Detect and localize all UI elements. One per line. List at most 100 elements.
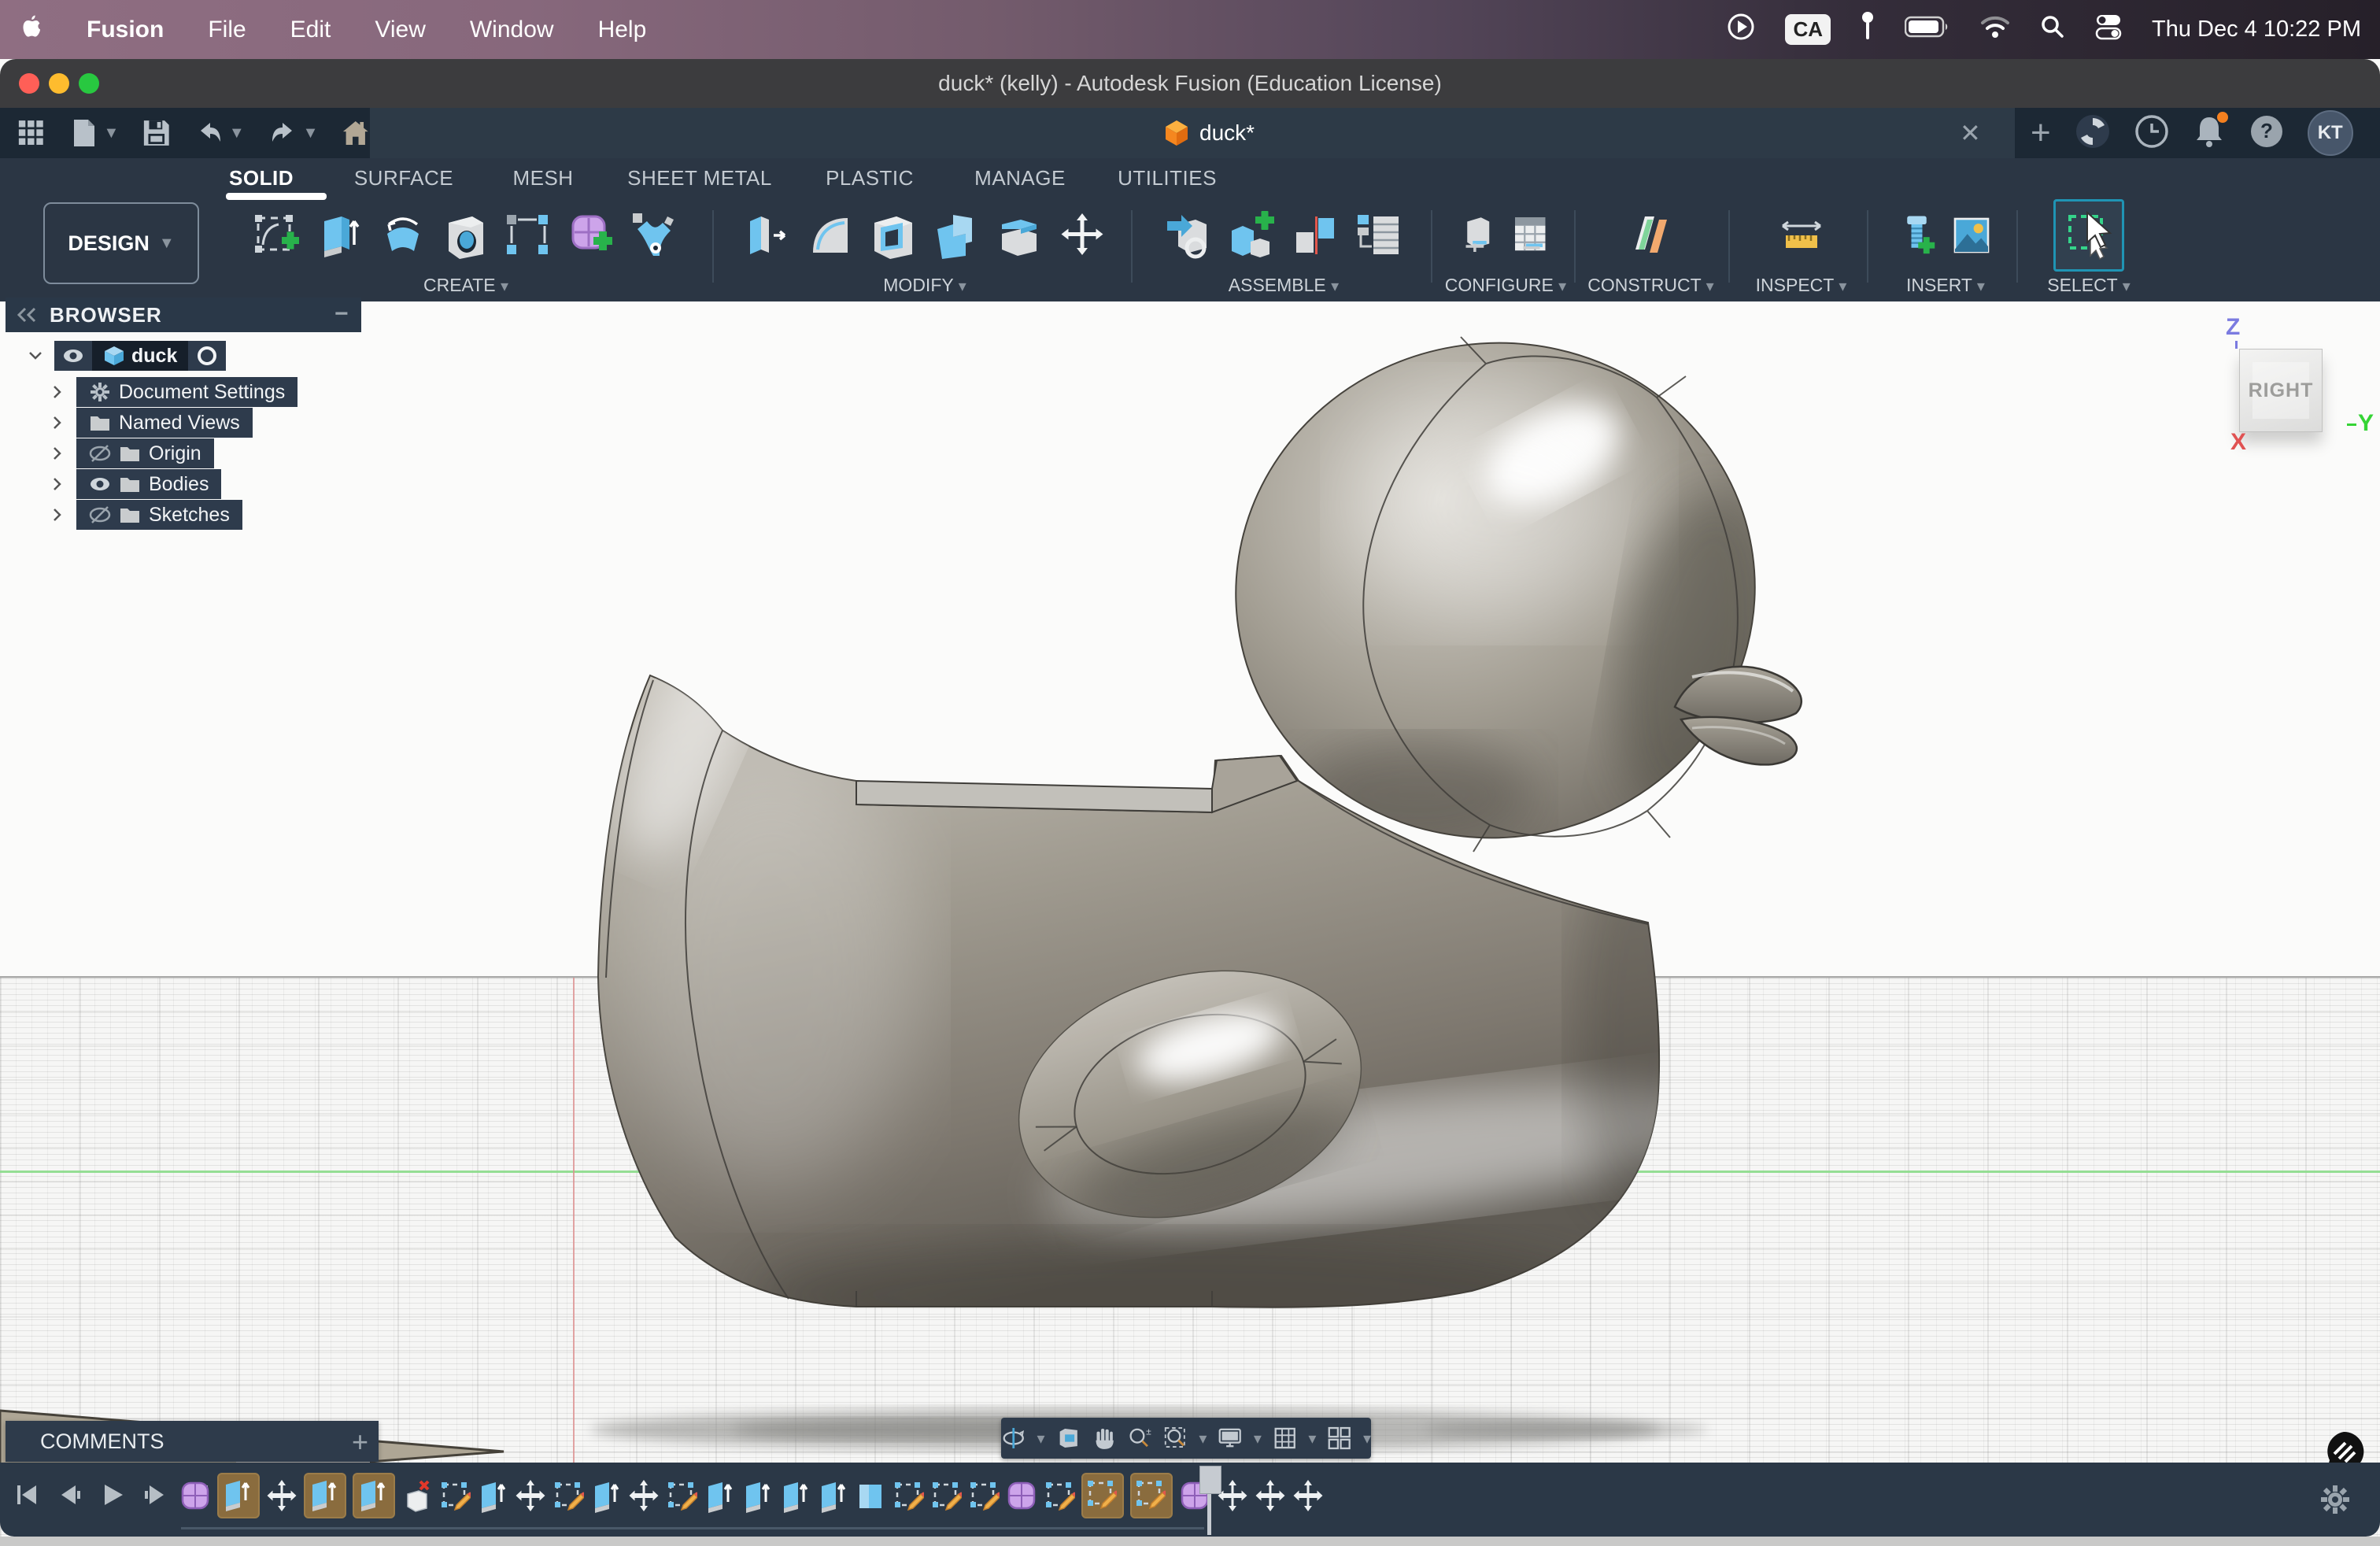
grid-settings-icon[interactable] bbox=[1273, 1425, 1297, 1452]
extrude-icon[interactable] bbox=[315, 210, 365, 261]
timeline-feature-sketch[interactable] bbox=[930, 1478, 962, 1513]
section-label-insert[interactable]: INSERT ▾ bbox=[1875, 275, 2016, 296]
look-at-icon[interactable] bbox=[1056, 1425, 1081, 1452]
screen-mirroring-icon[interactable] bbox=[1727, 13, 1755, 47]
add-comment-button[interactable]: + bbox=[352, 1426, 368, 1459]
menu-help[interactable]: Help bbox=[576, 17, 669, 43]
tab-surface[interactable]: SURFACE bbox=[354, 166, 453, 190]
fillet-icon[interactable] bbox=[805, 210, 856, 261]
menu-view[interactable]: View bbox=[353, 17, 447, 43]
view-cube[interactable]: RIGHT Z Y X bbox=[2204, 309, 2380, 490]
play-button[interactable] bbox=[99, 1481, 126, 1508]
viewports-icon[interactable] bbox=[1327, 1425, 1351, 1452]
chevron-right-icon[interactable] bbox=[50, 476, 65, 492]
create-sketch-icon[interactable] bbox=[252, 210, 302, 261]
tree-row-origin[interactable]: Origin bbox=[50, 438, 214, 468]
redo-button[interactable]: ▼ bbox=[268, 118, 319, 148]
input-source-badge[interactable]: CA bbox=[1785, 14, 1831, 45]
chevron-right-icon[interactable] bbox=[50, 507, 65, 523]
section-label-modify[interactable]: MODIFY ▾ bbox=[720, 275, 1129, 296]
timeline-feature-extrude[interactable] bbox=[741, 1478, 773, 1513]
fit-icon[interactable] bbox=[1163, 1425, 1188, 1452]
timeline-feature-move[interactable] bbox=[1255, 1478, 1286, 1513]
hidden-eye-slash-icon[interactable] bbox=[89, 442, 111, 464]
move-icon[interactable] bbox=[1057, 210, 1107, 261]
document-tab[interactable]: duck* ✕ bbox=[370, 108, 2015, 158]
minimize-window-button[interactable] bbox=[49, 73, 69, 94]
display-caret[interactable]: ▾ bbox=[1254, 1429, 1262, 1448]
go-to-start-button[interactable] bbox=[14, 1481, 41, 1508]
chevron-right-icon[interactable] bbox=[50, 446, 65, 461]
timeline-feature-sketch[interactable] bbox=[1130, 1473, 1173, 1518]
timeline-feature-move[interactable] bbox=[266, 1478, 298, 1513]
timeline-feature-extrude[interactable] bbox=[304, 1473, 346, 1518]
timeline-feature-move[interactable] bbox=[515, 1478, 546, 1513]
timeline-feature-form[interactable] bbox=[179, 1478, 211, 1513]
activate-radio-icon[interactable] bbox=[196, 345, 218, 367]
notifications-bell-icon[interactable] bbox=[2193, 114, 2226, 153]
save-icon[interactable] bbox=[142, 118, 171, 148]
undo-button[interactable]: ▼ bbox=[194, 118, 245, 148]
fit-caret[interactable]: ▾ bbox=[1199, 1429, 1207, 1448]
joint-icon[interactable] bbox=[1290, 210, 1340, 261]
section-label-configure[interactable]: CONFIGURE ▾ bbox=[1439, 275, 1572, 296]
battery-icon[interactable] bbox=[1905, 16, 1950, 44]
zoom-icon[interactable]: ± bbox=[1127, 1425, 1151, 1452]
section-label-inspect[interactable]: INSPECT ▾ bbox=[1736, 275, 1866, 296]
press-pull-icon[interactable] bbox=[742, 210, 793, 261]
browser-header[interactable]: BROWSER − bbox=[6, 298, 361, 332]
file-menu-button[interactable]: ▼ bbox=[69, 118, 120, 148]
tab-manage[interactable]: MANAGE bbox=[974, 166, 1066, 190]
tree-row-duck[interactable]: duck bbox=[28, 341, 226, 371]
construct-plane-icon[interactable] bbox=[1626, 210, 1676, 261]
app-grid-icon[interactable] bbox=[17, 118, 46, 148]
configuration-table-icon[interactable] bbox=[1510, 213, 1554, 257]
timeline-feature-sketch[interactable] bbox=[1081, 1473, 1124, 1518]
timeline-feature-extrude[interactable] bbox=[353, 1473, 395, 1518]
timeline-settings-gear-icon[interactable] bbox=[2319, 1483, 2352, 1516]
menu-clock[interactable]: Thu Dec 4 10:22 PM bbox=[2152, 17, 2361, 43]
menu-window[interactable]: Window bbox=[448, 17, 576, 43]
hole-icon[interactable] bbox=[441, 210, 491, 261]
bom-table-icon[interactable] bbox=[1353, 210, 1403, 261]
step-back-button[interactable] bbox=[57, 1481, 83, 1508]
step-forward-button[interactable] bbox=[142, 1481, 168, 1508]
timeline-feature-sketch[interactable] bbox=[968, 1478, 1000, 1513]
timeline-playhead[interactable] bbox=[1199, 1466, 1221, 1535]
collapse-panel-icon[interactable] bbox=[17, 307, 37, 323]
menu-edit[interactable]: Edit bbox=[268, 17, 353, 43]
shell-icon[interactable] bbox=[868, 210, 918, 261]
section-label-create[interactable]: CREATE ▾ bbox=[222, 275, 710, 296]
close-tab-icon[interactable]: ✕ bbox=[1960, 118, 1981, 148]
insert-derive-icon[interactable] bbox=[1164, 210, 1214, 261]
timeline-feature-move[interactable] bbox=[628, 1478, 660, 1513]
timeline-feature-move[interactable] bbox=[1217, 1478, 1248, 1513]
visibility-eye-icon[interactable] bbox=[62, 345, 84, 367]
insert-canvas-icon[interactable] bbox=[1949, 213, 1994, 257]
timeline-feature-extrude[interactable] bbox=[817, 1478, 848, 1513]
tab-sheet-metal[interactable]: SHEET METAL bbox=[627, 166, 772, 190]
sync-status-icon[interactable] bbox=[2075, 113, 2111, 153]
configuration-icon[interactable] bbox=[1458, 213, 1502, 257]
revolve-icon[interactable] bbox=[378, 210, 428, 261]
tab-plastic[interactable]: PLASTIC bbox=[826, 166, 914, 190]
view-cube-face[interactable]: RIGHT bbox=[2239, 349, 2323, 432]
tab-mesh[interactable]: MESH bbox=[512, 166, 573, 190]
minimize-panel-icon[interactable]: − bbox=[334, 301, 349, 327]
close-window-button[interactable] bbox=[19, 73, 39, 94]
wifi-icon[interactable] bbox=[1980, 15, 2010, 45]
measure-icon[interactable] bbox=[1776, 210, 1827, 261]
timeline-feature-move[interactable] bbox=[1292, 1478, 1324, 1513]
section-label-construct[interactable]: CONSTRUCT ▾ bbox=[1582, 275, 1720, 296]
user-avatar[interactable]: KT bbox=[2308, 110, 2353, 156]
job-status-clock-icon[interactable] bbox=[2134, 114, 2169, 153]
menu-app-name[interactable]: Fusion bbox=[65, 17, 186, 43]
timeline-feature-sketch[interactable] bbox=[439, 1478, 471, 1513]
new-component-icon[interactable] bbox=[1227, 210, 1277, 261]
spotlight-search-icon[interactable] bbox=[2040, 14, 2065, 46]
help-icon[interactable]: ? bbox=[2249, 114, 2284, 153]
workspace-selector[interactable]: DESIGN▼ bbox=[43, 202, 199, 284]
timeline-feature-delete[interactable] bbox=[401, 1478, 433, 1513]
home-view-icon[interactable] bbox=[342, 118, 370, 148]
tree-row-sketches[interactable]: Sketches bbox=[50, 500, 242, 530]
